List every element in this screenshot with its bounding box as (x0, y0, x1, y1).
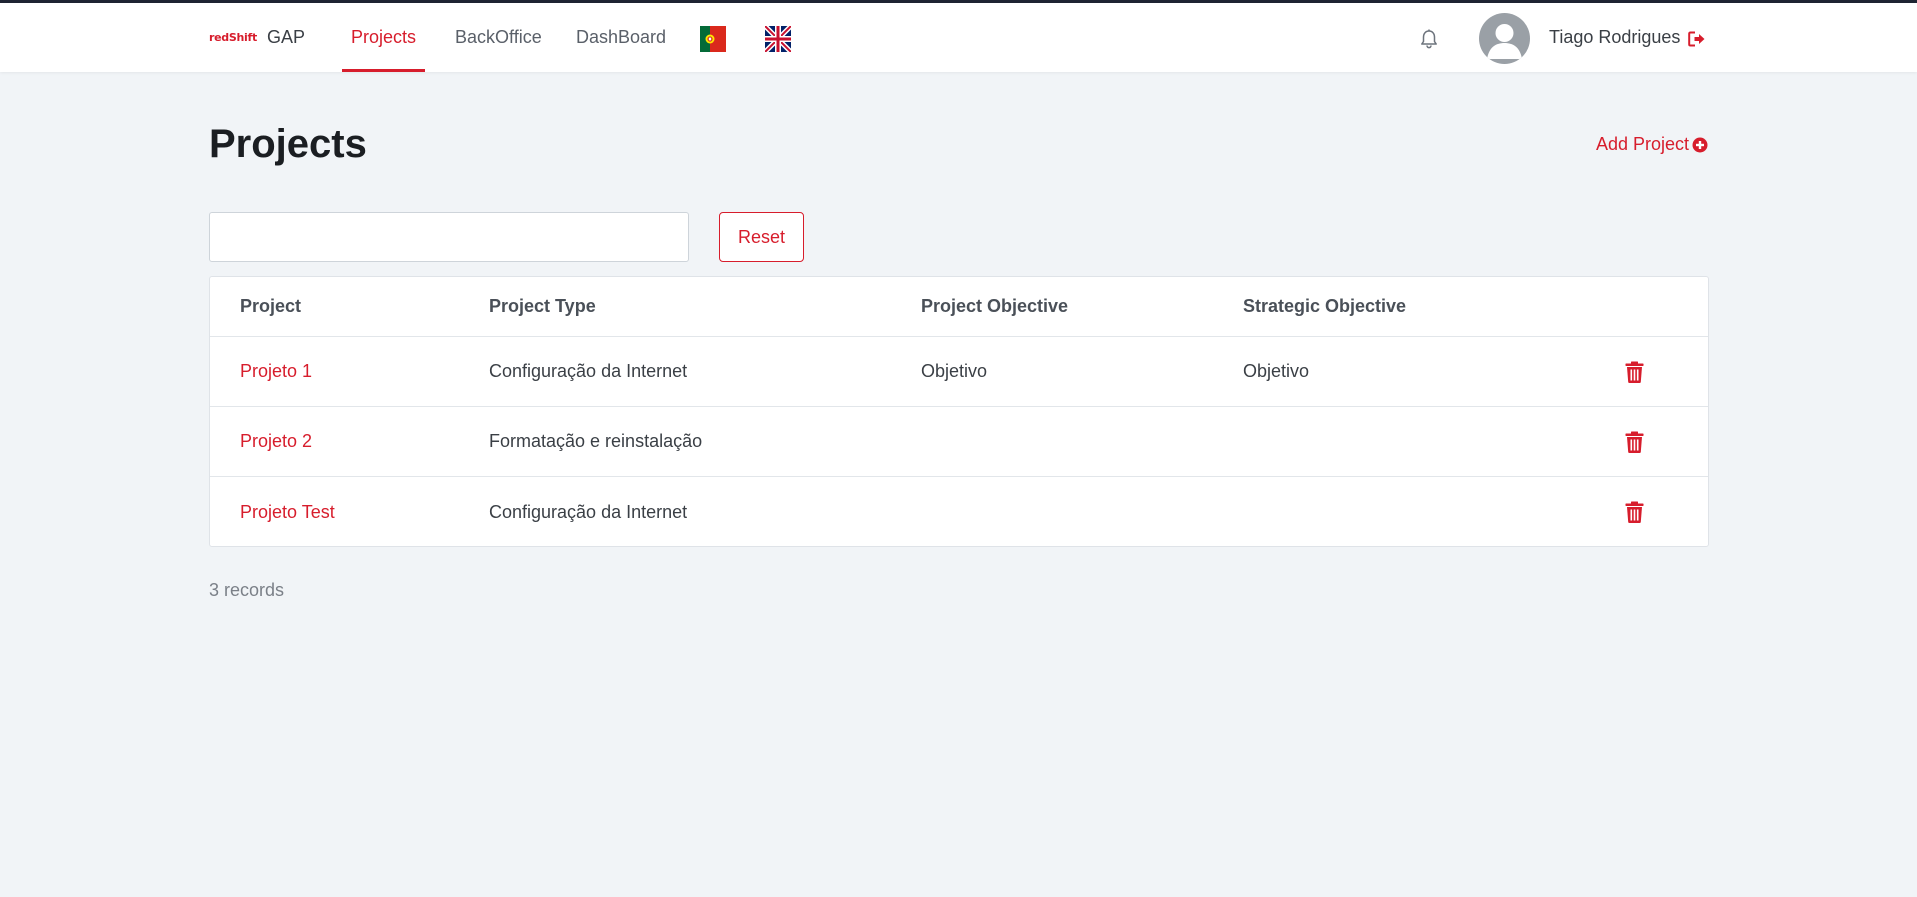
nav-item-projects[interactable]: Projects (351, 3, 416, 72)
record-count: 3 records (209, 580, 285, 600)
brand-name: GAP (266, 27, 305, 47)
add-project-label: Add Project (1596, 134, 1690, 154)
user-avatar-icon (1487, 24, 1522, 59)
table-row: Projeto 2 Formatação e reinstalação (210, 407, 1708, 477)
project-link[interactable]: Projeto Test (240, 477, 335, 547)
projects-table: Project Project Type Project Objective S… (209, 276, 1709, 547)
project-type-cell: Formatação e reinstalação (489, 431, 703, 451)
trash-icon[interactable] (1625, 361, 1644, 383)
project-link[interactable]: Projeto 2 (240, 407, 312, 476)
navbar: redShift GAP Projects BackOffice DashBoa… (0, 3, 1917, 72)
plus-circle-icon (1692, 137, 1708, 152)
column-header-project[interactable]: Project (240, 277, 301, 336)
page-title: Projects (209, 122, 367, 166)
search-input[interactable] (209, 212, 689, 262)
column-header-project-type[interactable]: Project Type (489, 277, 596, 336)
avatar[interactable] (1479, 13, 1530, 64)
uk-flag-icon[interactable] (765, 26, 791, 52)
brand[interactable]: redShift GAP (209, 3, 305, 72)
nav-item-backoffice[interactable]: BackOffice (455, 3, 542, 72)
table-row: Projeto Test Configuração da Internet (210, 477, 1708, 547)
username[interactable]: Tiago Rodrigues (1549, 3, 1680, 72)
add-project-button[interactable]: Add Project (1596, 134, 1708, 155)
reset-button[interactable]: Reset (719, 212, 804, 262)
table-header: Project Project Type Project Objective S… (210, 277, 1708, 337)
brand-logo: redShift (209, 31, 257, 44)
strategic-objective-cell: Objetivo (1243, 361, 1310, 381)
bell-icon[interactable] (1418, 28, 1440, 50)
nav-item-dashboard[interactable]: DashBoard (576, 3, 666, 72)
trash-icon[interactable] (1625, 501, 1644, 523)
project-link[interactable]: Projeto 1 (240, 337, 312, 406)
project-type-cell: Configuração da Internet (489, 501, 688, 522)
column-header-project-objective[interactable]: Project Objective (921, 277, 1068, 336)
portugal-flag-icon[interactable] (700, 26, 726, 52)
column-header-strategic-objective[interactable]: Strategic Objective (1243, 277, 1406, 336)
logout-icon[interactable] (1688, 31, 1706, 47)
trash-icon[interactable] (1625, 431, 1644, 453)
active-nav-indicator (342, 69, 425, 72)
project-objective-cell: Objetivo (921, 361, 988, 381)
table-row: Projeto 1 Configuração da Internet Objet… (210, 337, 1708, 407)
project-type-cell: Configuração da Internet (489, 361, 688, 381)
